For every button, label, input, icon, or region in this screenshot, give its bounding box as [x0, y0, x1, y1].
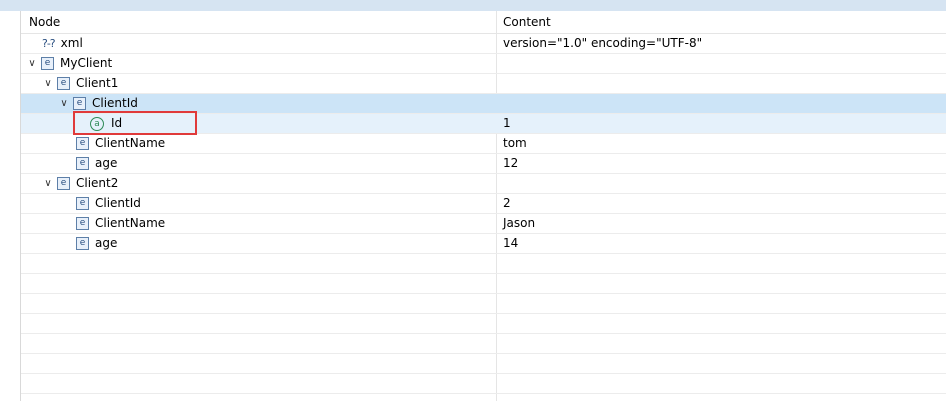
node-cell: e ClientId [76, 194, 141, 213]
empty-row [21, 354, 946, 374]
element-icon: e [57, 177, 70, 190]
node-name: age [95, 156, 118, 170]
table-row[interactable]: e age 12 [21, 154, 946, 174]
column-header-node[interactable]: Node [29, 11, 60, 33]
element-icon: e [76, 237, 89, 250]
highlight-annotation-box [73, 111, 197, 135]
empty-row [21, 274, 946, 294]
element-icon: e [73, 97, 86, 110]
element-icon: e [76, 137, 89, 150]
left-gutter [0, 11, 21, 401]
column-header-content[interactable]: Content [503, 11, 551, 33]
chevron-down-icon[interactable]: ∨ [58, 94, 70, 113]
table-row[interactable]: e ClientName tom [21, 134, 946, 154]
content-cell: 12 [503, 156, 519, 170]
node-cell: ?-? xml [42, 34, 83, 53]
node-name: Client1 [76, 76, 119, 90]
chevron-down-icon[interactable]: ∨ [42, 174, 54, 193]
element-icon: e [76, 157, 89, 170]
xml-tree-table[interactable]: Node Content ?-? xml version="1.0" encod… [21, 11, 946, 401]
node-cell: e age [76, 154, 117, 173]
node-cell: ∨ e Client2 [42, 174, 118, 193]
node-name: ClientName [95, 136, 166, 150]
table-row[interactable]: e ClientId 2 [21, 194, 946, 214]
node-name: age [95, 236, 118, 250]
node-name: MyClient [60, 56, 113, 70]
table-header: Node Content [21, 11, 946, 34]
empty-row [21, 374, 946, 394]
element-icon: e [76, 197, 89, 210]
content-cell: 14 [503, 236, 519, 250]
node-cell: ∨ e MyClient [26, 54, 112, 73]
empty-row [21, 314, 946, 334]
table-row[interactable]: ∨ e Client2 [21, 174, 946, 194]
content-cell: 2 [503, 196, 511, 210]
chevron-down-icon[interactable]: ∨ [42, 74, 54, 93]
node-name: xml [60, 36, 83, 50]
content-cell: tom [503, 136, 527, 150]
chevron-down-icon[interactable]: ∨ [26, 54, 38, 73]
node-cell: e ClientName [76, 134, 165, 153]
node-name: ClientName [95, 216, 166, 230]
table-row[interactable]: ∨ e MyClient [21, 54, 946, 74]
node-cell: e ClientName [76, 214, 165, 233]
content-cell: Jason [503, 216, 536, 230]
empty-row [21, 334, 946, 354]
element-icon: e [76, 217, 89, 230]
table-row[interactable]: e age 14 [21, 234, 946, 254]
table-row[interactable]: e ClientName Jason [21, 214, 946, 234]
content-cell: version="1.0" encoding="UTF-8" [503, 36, 703, 50]
content-cell: 1 [503, 116, 511, 130]
processing-instruction-icon: ?-? [42, 37, 56, 50]
node-name: Client2 [76, 176, 119, 190]
node-name: ClientId [95, 196, 141, 210]
table-row[interactable]: ?-? xml version="1.0" encoding="UTF-8" [21, 34, 946, 54]
node-cell: e age [76, 234, 117, 253]
element-icon: e [41, 57, 54, 70]
empty-row [21, 294, 946, 314]
node-cell: ∨ e Client1 [42, 74, 118, 93]
title-bar-strip [0, 0, 946, 11]
empty-row [21, 254, 946, 274]
element-icon: e [57, 77, 70, 90]
table-row[interactable]: ∨ e Client1 [21, 74, 946, 94]
